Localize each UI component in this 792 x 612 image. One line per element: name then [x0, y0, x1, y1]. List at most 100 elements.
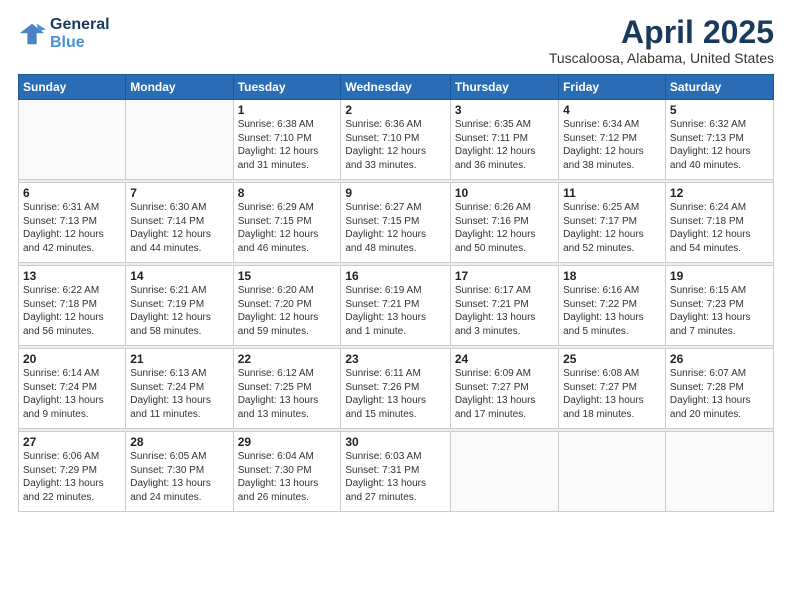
calendar: Sunday Monday Tuesday Wednesday Thursday… [18, 74, 774, 512]
day-info: Sunrise: 6:30 AM Sunset: 7:14 PM Dayligh… [130, 201, 228, 255]
day-info: Sunrise: 6:04 AM Sunset: 7:30 PM Dayligh… [238, 450, 337, 504]
day-info: Sunrise: 6:36 AM Sunset: 7:10 PM Dayligh… [345, 118, 445, 172]
day-info: Sunrise: 6:06 AM Sunset: 7:29 PM Dayligh… [23, 450, 121, 504]
calendar-week-3: 13Sunrise: 6:22 AM Sunset: 7:18 PM Dayli… [19, 266, 774, 346]
day-number: 5 [670, 103, 769, 117]
calendar-cell: 1Sunrise: 6:38 AM Sunset: 7:10 PM Daylig… [233, 100, 341, 180]
day-number: 14 [130, 269, 228, 283]
calendar-cell: 22Sunrise: 6:12 AM Sunset: 7:25 PM Dayli… [233, 349, 341, 429]
logo: General Blue [18, 16, 110, 52]
day-info: Sunrise: 6:09 AM Sunset: 7:27 PM Dayligh… [455, 367, 554, 421]
header-saturday: Saturday [665, 75, 773, 100]
day-info: Sunrise: 6:07 AM Sunset: 7:28 PM Dayligh… [670, 367, 769, 421]
day-info: Sunrise: 6:24 AM Sunset: 7:18 PM Dayligh… [670, 201, 769, 255]
month-title: April 2025 [549, 16, 774, 48]
day-number: 18 [563, 269, 661, 283]
day-info: Sunrise: 6:13 AM Sunset: 7:24 PM Dayligh… [130, 367, 228, 421]
day-number: 24 [455, 352, 554, 366]
calendar-cell: 26Sunrise: 6:07 AM Sunset: 7:28 PM Dayli… [665, 349, 773, 429]
calendar-week-2: 6Sunrise: 6:31 AM Sunset: 7:13 PM Daylig… [19, 183, 774, 263]
day-info: Sunrise: 6:38 AM Sunset: 7:10 PM Dayligh… [238, 118, 337, 172]
calendar-cell: 14Sunrise: 6:21 AM Sunset: 7:19 PM Dayli… [126, 266, 233, 346]
calendar-cell: 13Sunrise: 6:22 AM Sunset: 7:18 PM Dayli… [19, 266, 126, 346]
title-area: April 2025 Tuscaloosa, Alabama, United S… [549, 16, 774, 66]
day-info: Sunrise: 6:22 AM Sunset: 7:18 PM Dayligh… [23, 284, 121, 338]
calendar-cell: 10Sunrise: 6:26 AM Sunset: 7:16 PM Dayli… [450, 183, 558, 263]
day-info: Sunrise: 6:21 AM Sunset: 7:19 PM Dayligh… [130, 284, 228, 338]
day-info: Sunrise: 6:05 AM Sunset: 7:30 PM Dayligh… [130, 450, 228, 504]
day-number: 4 [563, 103, 661, 117]
day-info: Sunrise: 6:11 AM Sunset: 7:26 PM Dayligh… [345, 367, 445, 421]
day-number: 11 [563, 186, 661, 200]
header-sunday: Sunday [19, 75, 126, 100]
day-number: 17 [455, 269, 554, 283]
header-tuesday: Tuesday [233, 75, 341, 100]
calendar-cell: 15Sunrise: 6:20 AM Sunset: 7:20 PM Dayli… [233, 266, 341, 346]
calendar-cell [450, 432, 558, 512]
day-number: 1 [238, 103, 337, 117]
day-info: Sunrise: 6:16 AM Sunset: 7:22 PM Dayligh… [563, 284, 661, 338]
day-number: 19 [670, 269, 769, 283]
day-number: 28 [130, 435, 228, 449]
day-info: Sunrise: 6:32 AM Sunset: 7:13 PM Dayligh… [670, 118, 769, 172]
calendar-cell: 7Sunrise: 6:30 AM Sunset: 7:14 PM Daylig… [126, 183, 233, 263]
day-info: Sunrise: 6:25 AM Sunset: 7:17 PM Dayligh… [563, 201, 661, 255]
day-number: 21 [130, 352, 228, 366]
calendar-week-1: 1Sunrise: 6:38 AM Sunset: 7:10 PM Daylig… [19, 100, 774, 180]
day-info: Sunrise: 6:14 AM Sunset: 7:24 PM Dayligh… [23, 367, 121, 421]
logo-icon [18, 20, 46, 48]
day-info: Sunrise: 6:34 AM Sunset: 7:12 PM Dayligh… [563, 118, 661, 172]
day-number: 10 [455, 186, 554, 200]
calendar-cell: 16Sunrise: 6:19 AM Sunset: 7:21 PM Dayli… [341, 266, 450, 346]
day-info: Sunrise: 6:19 AM Sunset: 7:21 PM Dayligh… [345, 284, 445, 338]
calendar-cell: 6Sunrise: 6:31 AM Sunset: 7:13 PM Daylig… [19, 183, 126, 263]
day-number: 15 [238, 269, 337, 283]
day-number: 2 [345, 103, 445, 117]
calendar-cell: 24Sunrise: 6:09 AM Sunset: 7:27 PM Dayli… [450, 349, 558, 429]
day-info: Sunrise: 6:31 AM Sunset: 7:13 PM Dayligh… [23, 201, 121, 255]
day-number: 8 [238, 186, 337, 200]
calendar-cell: 28Sunrise: 6:05 AM Sunset: 7:30 PM Dayli… [126, 432, 233, 512]
calendar-cell: 3Sunrise: 6:35 AM Sunset: 7:11 PM Daylig… [450, 100, 558, 180]
header-thursday: Thursday [450, 75, 558, 100]
day-number: 27 [23, 435, 121, 449]
day-info: Sunrise: 6:03 AM Sunset: 7:31 PM Dayligh… [345, 450, 445, 504]
calendar-cell: 27Sunrise: 6:06 AM Sunset: 7:29 PM Dayli… [19, 432, 126, 512]
day-number: 23 [345, 352, 445, 366]
day-info: Sunrise: 6:29 AM Sunset: 7:15 PM Dayligh… [238, 201, 337, 255]
day-number: 20 [23, 352, 121, 366]
day-info: Sunrise: 6:08 AM Sunset: 7:27 PM Dayligh… [563, 367, 661, 421]
day-number: 30 [345, 435, 445, 449]
day-number: 22 [238, 352, 337, 366]
day-info: Sunrise: 6:15 AM Sunset: 7:23 PM Dayligh… [670, 284, 769, 338]
calendar-cell: 8Sunrise: 6:29 AM Sunset: 7:15 PM Daylig… [233, 183, 341, 263]
calendar-header-row: Sunday Monday Tuesday Wednesday Thursday… [19, 75, 774, 100]
calendar-cell [126, 100, 233, 180]
day-number: 6 [23, 186, 121, 200]
day-number: 9 [345, 186, 445, 200]
header-friday: Friday [559, 75, 666, 100]
header-wednesday: Wednesday [341, 75, 450, 100]
calendar-cell: 17Sunrise: 6:17 AM Sunset: 7:21 PM Dayli… [450, 266, 558, 346]
day-info: Sunrise: 6:26 AM Sunset: 7:16 PM Dayligh… [455, 201, 554, 255]
calendar-cell: 12Sunrise: 6:24 AM Sunset: 7:18 PM Dayli… [665, 183, 773, 263]
calendar-cell [19, 100, 126, 180]
calendar-cell: 11Sunrise: 6:25 AM Sunset: 7:17 PM Dayli… [559, 183, 666, 263]
calendar-cell [665, 432, 773, 512]
calendar-cell: 2Sunrise: 6:36 AM Sunset: 7:10 PM Daylig… [341, 100, 450, 180]
calendar-cell: 21Sunrise: 6:13 AM Sunset: 7:24 PM Dayli… [126, 349, 233, 429]
calendar-cell: 23Sunrise: 6:11 AM Sunset: 7:26 PM Dayli… [341, 349, 450, 429]
day-info: Sunrise: 6:12 AM Sunset: 7:25 PM Dayligh… [238, 367, 337, 421]
calendar-cell: 5Sunrise: 6:32 AM Sunset: 7:13 PM Daylig… [665, 100, 773, 180]
location-title: Tuscaloosa, Alabama, United States [549, 50, 774, 66]
calendar-cell: 9Sunrise: 6:27 AM Sunset: 7:15 PM Daylig… [341, 183, 450, 263]
calendar-week-4: 20Sunrise: 6:14 AM Sunset: 7:24 PM Dayli… [19, 349, 774, 429]
calendar-week-5: 27Sunrise: 6:06 AM Sunset: 7:29 PM Dayli… [19, 432, 774, 512]
page: General Blue April 2025 Tuscaloosa, Alab… [0, 0, 792, 612]
day-number: 26 [670, 352, 769, 366]
day-info: Sunrise: 6:20 AM Sunset: 7:20 PM Dayligh… [238, 284, 337, 338]
day-number: 3 [455, 103, 554, 117]
calendar-cell: 4Sunrise: 6:34 AM Sunset: 7:12 PM Daylig… [559, 100, 666, 180]
day-number: 29 [238, 435, 337, 449]
day-number: 16 [345, 269, 445, 283]
